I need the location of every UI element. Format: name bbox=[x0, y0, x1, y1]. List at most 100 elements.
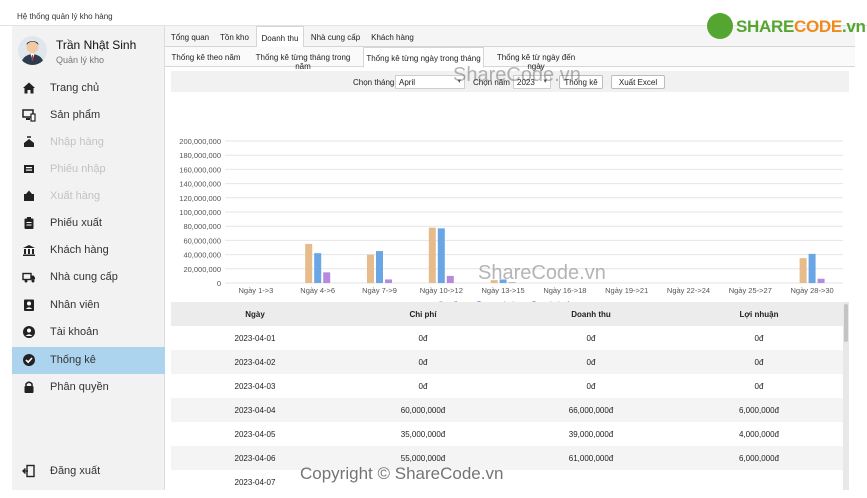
table-row[interactable]: 2023-04-03 0đ 0đ 0đ bbox=[171, 374, 843, 398]
sidebar-item-home[interactable]: Trang chủ bbox=[12, 75, 165, 102]
y-tick-label: 60,000,000 bbox=[183, 236, 221, 245]
user-profile: Trần Nhật Sinh Quản lý kho bbox=[12, 26, 165, 76]
lock-icon bbox=[22, 380, 36, 394]
sidebar-item-import[interactable]: Nhập hàng bbox=[12, 129, 165, 156]
y-tick-label: 140,000,000 bbox=[179, 180, 221, 189]
cell-date: 2023-04-02 bbox=[234, 358, 276, 367]
window-title: Hệ thống quản lý kho hàng bbox=[17, 12, 113, 21]
tab-revenue[interactable]: Doanh thu bbox=[256, 26, 304, 48]
cell-revenue: 0đ bbox=[586, 334, 596, 343]
bar-cost bbox=[305, 243, 313, 283]
tab-suppliers[interactable]: Nhà cung cấp bbox=[308, 26, 363, 47]
column-header-revenue[interactable]: Doanh thu bbox=[507, 302, 675, 326]
import-icon bbox=[22, 135, 36, 149]
bar-cost bbox=[428, 227, 436, 283]
sidebar-item-label: Sản phẩm bbox=[50, 109, 101, 121]
x-tick-label: Ngày 7->9 bbox=[362, 286, 397, 295]
cell-cost: 35,000,000đ bbox=[400, 430, 446, 439]
tab-overview[interactable]: Tổng quan bbox=[168, 26, 212, 47]
sidebar-item-account[interactable]: Tài khoản bbox=[12, 319, 165, 346]
logout-label: Đăng xuất bbox=[50, 465, 101, 477]
table-row[interactable]: 2023-04-05 35,000,000đ 39,000,000đ 4,000,00… bbox=[171, 422, 843, 446]
sidebar-item-label: Phiếu xuất bbox=[50, 217, 102, 229]
table-row[interactable]: 2023-04-07 bbox=[171, 470, 843, 490]
sidebar-item-export[interactable]: Xuất hàng bbox=[12, 183, 165, 210]
y-tick-label: 80,000,000 bbox=[183, 222, 221, 231]
tab-customers[interactable]: Khách hàng bbox=[368, 26, 417, 47]
cell-revenue: 66,000,000đ bbox=[568, 406, 614, 415]
cell-revenue: 39,000,000đ bbox=[568, 430, 614, 439]
sidebar-item-customers[interactable]: Khách hàng bbox=[12, 237, 165, 264]
truck-icon bbox=[22, 270, 36, 284]
cell-cost: 60,000,000đ bbox=[400, 406, 446, 415]
sidebar-item-label: Trang chủ bbox=[50, 82, 100, 94]
cell-revenue bbox=[507, 470, 675, 490]
x-tick-label: Ngày 28->30 bbox=[791, 286, 834, 295]
cell-revenue: 0đ bbox=[586, 358, 596, 367]
y-tick-label: 0 bbox=[217, 279, 221, 288]
receipt-icon bbox=[22, 162, 36, 176]
cell-cost: 0đ bbox=[418, 358, 428, 367]
cell-date: 2023-04-01 bbox=[234, 334, 276, 343]
x-tick-label: Ngày 16->18 bbox=[543, 286, 586, 295]
cell-profit: 0đ bbox=[754, 382, 764, 391]
table-scrollbar[interactable] bbox=[843, 302, 849, 490]
cell-profit: 6,000,000đ bbox=[738, 454, 780, 463]
sidebar-item-permissions[interactable]: Phân quyền bbox=[12, 374, 165, 401]
export-icon bbox=[22, 189, 36, 203]
scrollbar-thumb[interactable] bbox=[844, 304, 848, 342]
cell-profit bbox=[675, 470, 843, 490]
watermark-top: ShareCode.vn bbox=[453, 64, 581, 86]
x-tick-label: Ngày 10->12 bbox=[420, 286, 463, 295]
logo-icon bbox=[707, 13, 733, 39]
bar-revenue bbox=[314, 253, 322, 283]
logout-button[interactable]: Đăng xuất bbox=[12, 458, 165, 485]
y-tick-label: 180,000,000 bbox=[179, 151, 221, 160]
sidebar-item-label: Tài khoản bbox=[50, 326, 99, 338]
logo-text: SHARECODE.vn bbox=[736, 17, 866, 36]
table-row[interactable]: 2023-04-02 0đ 0đ 0đ bbox=[171, 350, 843, 374]
bar-revenue bbox=[376, 251, 383, 283]
logout-icon bbox=[21, 464, 36, 478]
table-row[interactable]: 2023-04-06 55,000,000đ 61,000,000đ 6,000,00… bbox=[171, 446, 843, 470]
cell-profit: 0đ bbox=[754, 334, 764, 343]
sidebar-item-import-receipt[interactable]: Phiếu nhập bbox=[12, 156, 165, 183]
sidebar-item-export-receipt[interactable]: Phiếu xuất bbox=[12, 210, 165, 237]
y-tick-label: 120,000,000 bbox=[179, 194, 221, 203]
column-header-profit[interactable]: Lợi nhuận bbox=[675, 302, 843, 326]
sidebar-item-suppliers[interactable]: Nhà cung cấp bbox=[12, 264, 165, 291]
revenue-chart: 0 20,000,000 40,000,000 60,000,000 80,000,00… bbox=[171, 96, 849, 321]
home-icon bbox=[22, 81, 36, 95]
cell-date: 2023-04-04 bbox=[234, 406, 276, 415]
main-panel: Tổng quan Tồn kho Doanh thu Nhà cung cấp… bbox=[165, 26, 855, 490]
table-row[interactable]: 2023-04-01 0đ 0đ 0đ bbox=[171, 326, 843, 350]
tab-inventory[interactable]: Tồn kho bbox=[217, 26, 252, 47]
cell-date: 2023-04-03 bbox=[234, 382, 276, 391]
check-circle-icon bbox=[22, 353, 36, 367]
y-tick-label: 200,000,000 bbox=[179, 137, 221, 146]
subtab-by-year[interactable]: Thống kê theo năm bbox=[168, 47, 244, 67]
export-excel-button[interactable]: Xuất Excel bbox=[611, 75, 665, 89]
cell-profit: 4,000,000đ bbox=[738, 430, 780, 439]
column-header-cost[interactable]: Chi phí bbox=[339, 302, 507, 326]
table-header: Ngày Chi phí Doanh thu Lợi nhuận bbox=[171, 302, 843, 326]
cell-profit: 0đ bbox=[754, 358, 764, 367]
column-header-date[interactable]: Ngày bbox=[171, 302, 339, 326]
sidebar-item-label: Thống kê bbox=[50, 354, 96, 366]
x-tick-label: Ngày 13->15 bbox=[482, 286, 525, 295]
customer-icon bbox=[22, 243, 36, 257]
bar-profit bbox=[323, 272, 331, 283]
y-tick-label: 40,000,000 bbox=[183, 251, 221, 260]
sidebar-item-staff[interactable]: Nhân viên bbox=[12, 292, 165, 319]
bar-profit bbox=[446, 275, 454, 283]
cell-revenue: 0đ bbox=[586, 382, 596, 391]
subtab-by-month[interactable]: Thống kê từng tháng trong năm bbox=[248, 47, 358, 71]
cell-cost: 0đ bbox=[418, 334, 428, 343]
daily-table: Ngày Chi phí Doanh thu Lợi nhuận 2023-04… bbox=[171, 302, 849, 490]
x-tick-label: Ngày 22->24 bbox=[667, 286, 710, 295]
table-row[interactable]: 2023-04-04 60,000,000đ 66,000,000đ 6,000,00… bbox=[171, 398, 843, 422]
sidebar-item-products[interactable]: Sản phẩm bbox=[12, 102, 165, 129]
cell-revenue: 61,000,000đ bbox=[568, 454, 614, 463]
user-name: Trần Nhật Sinh bbox=[56, 38, 137, 52]
sidebar-item-statistics[interactable]: Thống kê bbox=[12, 347, 165, 374]
